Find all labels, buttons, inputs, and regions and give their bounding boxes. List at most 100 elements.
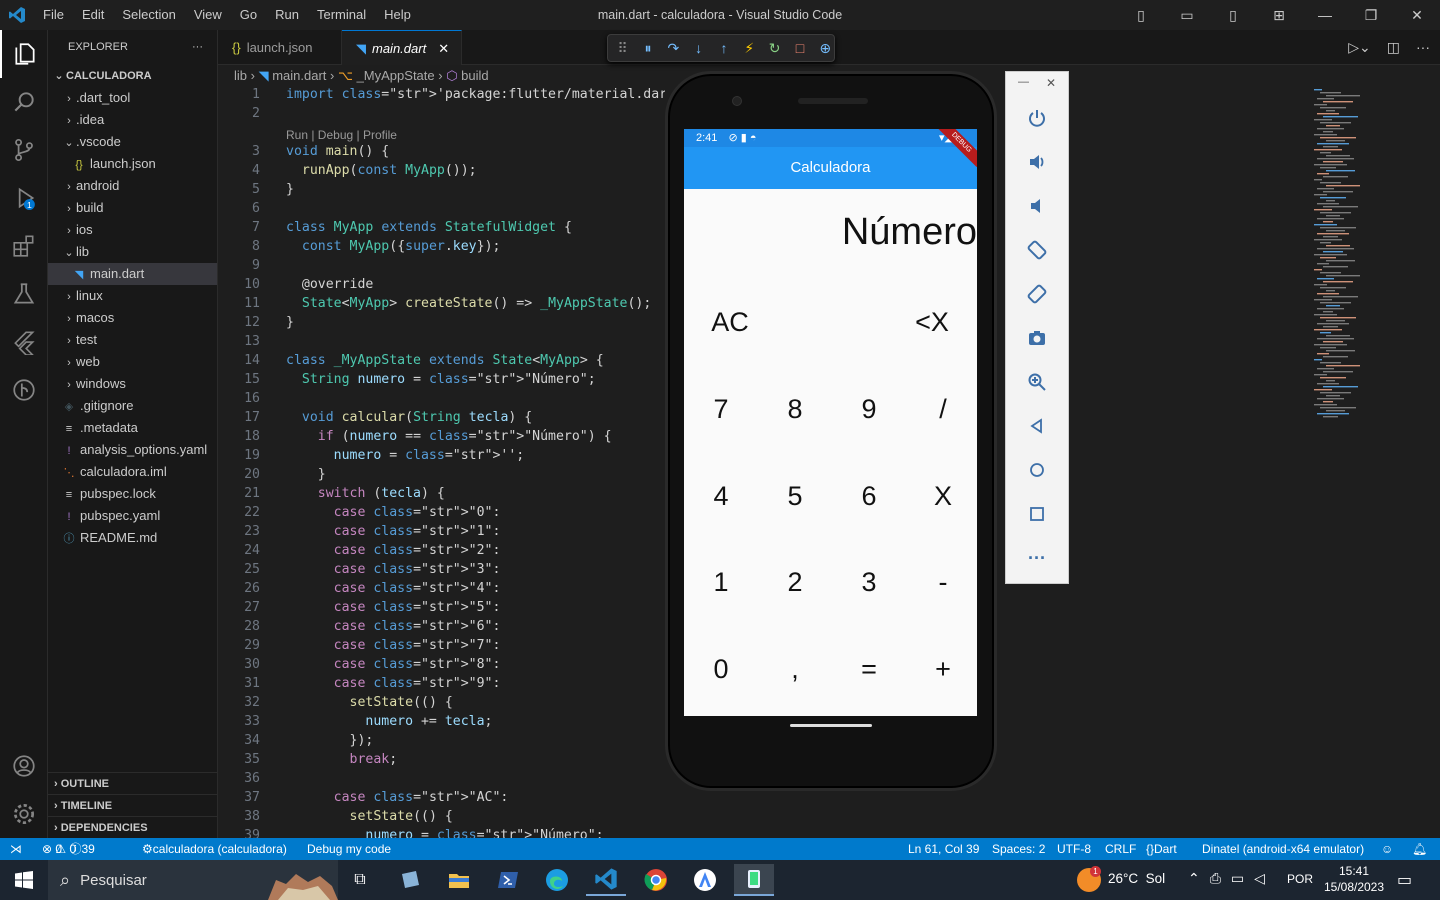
breadcrumb-item[interactable]: _MyAppState xyxy=(357,68,435,83)
run-debug-icon[interactable]: 1 xyxy=(0,174,48,222)
calc-key[interactable]: 7 xyxy=(684,394,758,425)
file-explorer-icon[interactable] xyxy=(439,864,479,896)
clock[interactable]: 15:41 15/08/2023 xyxy=(1323,863,1385,895)
close-button[interactable]: ✕ xyxy=(1394,7,1440,24)
camera-icon[interactable] xyxy=(1006,323,1068,353)
settings-gear-icon[interactable] xyxy=(0,790,48,838)
calc-key[interactable]: 3 xyxy=(832,567,906,598)
emulator-taskbar-icon[interactable] xyxy=(734,864,774,896)
calc-key[interactable]: + xyxy=(906,654,977,685)
tree-item[interactable]: ! pubspec.yaml xyxy=(48,505,217,527)
back-icon[interactable] xyxy=(1006,411,1068,441)
tree-item[interactable]: › .dart_tool xyxy=(48,87,217,109)
toggle-sidebar-icon[interactable]: ▯ xyxy=(1118,7,1164,24)
tree-item[interactable]: {} launch.json xyxy=(48,153,217,175)
tree-item[interactable]: ⋱ calculadora.iml xyxy=(48,461,217,483)
calc-key[interactable]: - xyxy=(906,567,977,598)
problems-indicator[interactable]: ⊗ 0 ⚠ 0 ⓘ 39 xyxy=(42,838,95,860)
tree-item[interactable]: ≡ .metadata xyxy=(48,417,217,439)
calc-key[interactable]: AC xyxy=(693,307,767,338)
breadcrumb-item[interactable]: lib xyxy=(234,68,247,83)
emulator-screen[interactable]: 2:41 ⊘ ▮ ◓ ▾◢▮ Calculadora DEBUG Número … xyxy=(684,129,977,716)
menu-edit[interactable]: Edit xyxy=(73,0,113,30)
chrome-browser-icon[interactable] xyxy=(636,864,676,896)
remote-icon[interactable]: ⋊ xyxy=(10,838,22,860)
explorer-root-folder[interactable]: ⌄ CALCULADORA xyxy=(48,65,217,87)
calc-key[interactable]: 8 xyxy=(758,394,832,425)
hot-reload-icon[interactable]: ⚡ xyxy=(741,40,758,57)
calc-key[interactable]: 0 xyxy=(684,654,758,685)
tree-item[interactable]: › ios xyxy=(48,219,217,241)
toggle-secondary-sidebar-icon[interactable]: ▯ xyxy=(1210,7,1256,24)
more-actions-icon[interactable]: ··· xyxy=(192,30,203,65)
feedback-icon[interactable]: ☺ xyxy=(1381,838,1393,860)
weather-text[interactable]: 26°C Sol xyxy=(1108,871,1165,886)
calc-key[interactable]: / xyxy=(906,394,977,425)
cursor-position[interactable]: Ln 61, Col 39 xyxy=(908,838,979,860)
windows-start-icon[interactable] xyxy=(4,864,44,896)
encoding[interactable]: UTF-8 xyxy=(1057,838,1091,860)
notifications-icon[interactable]: 🔔︎ xyxy=(1412,838,1427,860)
testing-icon[interactable] xyxy=(0,270,48,318)
split-editor-icon[interactable]: ◫ xyxy=(1387,30,1400,65)
rotate-left-icon[interactable] xyxy=(1006,235,1068,265)
toggle-panel-icon[interactable]: ▭ xyxy=(1164,7,1210,24)
tree-item[interactable]: ◥ main.dart xyxy=(48,263,217,285)
android-studio-icon[interactable] xyxy=(685,864,725,896)
calc-key[interactable]: X xyxy=(906,481,977,512)
menu-help[interactable]: Help xyxy=(375,0,420,30)
run-dropdown-icon[interactable]: ▷⌄ xyxy=(1348,30,1371,65)
tab-launch-json[interactable]: {} launch.json xyxy=(218,30,342,65)
tree-item[interactable]: › windows xyxy=(48,373,217,395)
accounts-icon[interactable] xyxy=(0,742,48,790)
stop-icon[interactable]: □ xyxy=(791,40,808,56)
more-actions-icon[interactable]: ··· xyxy=(1416,30,1430,65)
timeline-section[interactable]: › TIMELINE xyxy=(48,794,217,816)
calc-key[interactable]: 5 xyxy=(758,481,832,512)
dependencies-section[interactable]: › DEPENDENCIES xyxy=(48,816,217,838)
tree-item[interactable]: › linux xyxy=(48,285,217,307)
code-editor[interactable]: 1 import class="str">'package:flutter/mat… xyxy=(218,87,665,838)
device-selector[interactable]: Dinatel (android-x64 emulator) xyxy=(1202,838,1364,860)
flutter-icon[interactable] xyxy=(0,318,48,366)
source-control-icon[interactable] xyxy=(0,126,48,174)
tree-item[interactable]: › macos xyxy=(48,307,217,329)
step-into-icon[interactable]: ↓ xyxy=(690,40,707,56)
tree-item[interactable]: ⓘ README.md xyxy=(48,527,217,549)
breadcrumb-item[interactable]: build xyxy=(461,68,488,83)
menu-terminal[interactable]: Terminal xyxy=(308,0,375,30)
tab-main-dart[interactable]: ◥ main.dart ✕ xyxy=(342,30,462,65)
system-tray-icons[interactable]: ⌃⎙▭◁ xyxy=(1188,870,1275,887)
debug-config[interactable]: Debug my code xyxy=(307,838,391,860)
menu-file[interactable]: File xyxy=(34,0,73,30)
calc-key[interactable]: 9 xyxy=(832,394,906,425)
calc-key[interactable]: 6 xyxy=(832,481,906,512)
restart-icon[interactable]: ↻ xyxy=(766,40,783,57)
tree-item[interactable]: › web xyxy=(48,351,217,373)
calc-key[interactable]: , xyxy=(758,654,832,685)
tree-item[interactable]: ≡ pubspec.lock xyxy=(48,483,217,505)
extensions-icon[interactable] xyxy=(0,222,48,270)
rotate-right-icon[interactable] xyxy=(1006,279,1068,309)
tree-item[interactable]: ◈ .gitignore xyxy=(48,395,217,417)
menu-run[interactable]: Run xyxy=(266,0,308,30)
restore-button[interactable]: ❐ xyxy=(1348,7,1394,24)
menu-view[interactable]: View xyxy=(185,0,231,30)
calc-key[interactable]: 2 xyxy=(758,567,832,598)
home-icon[interactable] xyxy=(1006,455,1068,485)
more-options-icon[interactable]: ··· xyxy=(1006,543,1068,573)
zoom-icon[interactable] xyxy=(1006,367,1068,397)
language-mode[interactable]: {} Dart xyxy=(1146,838,1177,860)
tree-item[interactable]: ⌄ .vscode xyxy=(48,131,217,153)
action-center-icon[interactable]: ▭ xyxy=(1397,870,1412,890)
minimap[interactable] xyxy=(1312,87,1440,427)
overview-icon[interactable] xyxy=(1006,499,1068,529)
step-out-icon[interactable]: ↑ xyxy=(715,40,732,56)
close-tab-icon[interactable]: ✕ xyxy=(438,41,449,56)
tree-item[interactable]: › android xyxy=(48,175,217,197)
edge-browser-icon[interactable] xyxy=(537,864,577,896)
step-over-icon[interactable]: ↷ xyxy=(665,40,682,57)
minimize-button[interactable]: — xyxy=(1302,7,1348,23)
calc-key[interactable]: 1 xyxy=(684,567,758,598)
tree-item[interactable]: › .idea xyxy=(48,109,217,131)
